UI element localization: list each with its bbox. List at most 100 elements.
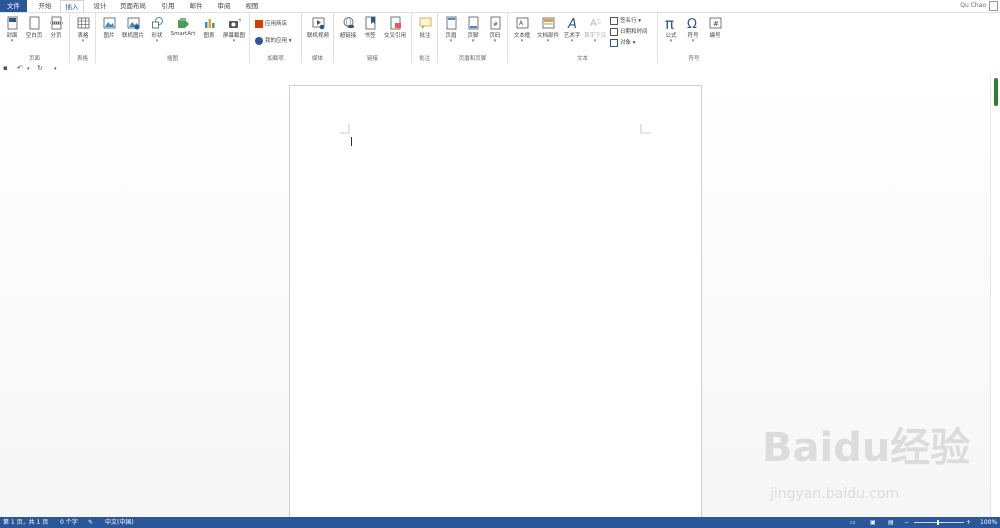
store-button[interactable]: 应用商店 (255, 19, 287, 29)
online-video-button[interactable]: 联机视频 (305, 16, 331, 39)
object-button[interactable]: 对象 ▾ (610, 38, 636, 48)
number-icon: # (709, 17, 721, 29)
zoom-slider[interactable] (914, 522, 964, 523)
bookmark-button[interactable]: 书签 (361, 16, 379, 39)
page-break-icon (49, 16, 63, 30)
date-time-button[interactable]: 日期和时间 (610, 27, 648, 37)
quick-parts-button[interactable]: 文档部件 ▾ (535, 16, 561, 44)
picture-icon (103, 17, 115, 29)
equation-button[interactable]: π 公式 ▾ (661, 16, 681, 44)
redo-icon[interactable]: ↻ (37, 64, 43, 72)
read-mode-icon[interactable]: ▭ (850, 517, 856, 528)
pi-icon: π (665, 16, 674, 30)
dropcap-button[interactable]: A 首字下沉 ▾ (583, 16, 607, 44)
page-number-icon: # (490, 16, 500, 30)
tab-home[interactable]: 开始 (34, 0, 56, 12)
group-label-pages: 页面 (28, 56, 40, 62)
wordart-icon: A (567, 17, 577, 30)
status-page[interactable]: 第 1 页，共 1 页 (3, 517, 48, 528)
tab-view[interactable]: 视图 (240, 0, 264, 12)
tab-review[interactable]: 审阅 (212, 0, 236, 12)
hyperlink-button[interactable]: 超链接 (337, 16, 359, 39)
cross-reference-icon (390, 16, 401, 30)
smartart-button[interactable]: SmartArt (168, 16, 198, 37)
zoom-in-icon[interactable]: + (966, 517, 971, 528)
user-name[interactable]: Qu Chao (960, 0, 986, 12)
svg-text:π: π (665, 16, 674, 30)
zoom-slider-thumb[interactable] (937, 520, 939, 525)
online-picture-icon (127, 17, 139, 30)
cover-page-icon (7, 16, 17, 30)
table-button[interactable]: 表格 ▾ (73, 16, 93, 44)
svg-text:A: A (590, 18, 597, 29)
status-bar: 第 1 页，共 1 页 0 个字 ✎ 中文(中国) ▭ ▣ ▤ − + 100% (0, 517, 1000, 528)
zoom-level[interactable]: 100% (980, 517, 997, 528)
chart-button[interactable]: 图表 (200, 16, 218, 39)
table-icon (77, 17, 89, 29)
print-layout-icon[interactable]: ▣ (870, 517, 876, 528)
user-avatar-icon[interactable] (989, 1, 998, 11)
blank-page-button[interactable]: 空白页 (24, 16, 44, 39)
group-pages: 封面 ▾ 空白页 分页 页面 (0, 13, 70, 63)
group-label-links: 链接 (366, 56, 378, 62)
web-layout-icon[interactable]: ▤ (888, 517, 894, 528)
tab-references[interactable]: 引用 (156, 0, 180, 12)
zoom-out-icon[interactable]: − (904, 517, 909, 528)
bookmark-icon (365, 16, 375, 30)
group-label-media: 媒体 (311, 56, 323, 62)
text-cursor (351, 137, 352, 146)
dropcap-icon: A (590, 18, 601, 29)
omega-icon: Ω (687, 17, 697, 30)
tab-mailings[interactable]: 邮件 (184, 0, 208, 12)
screenshot-button[interactable]: + 屏幕截图 ▾ (220, 16, 248, 44)
page-break-button[interactable]: 分页 (46, 16, 66, 39)
online-picture-button[interactable]: 联机图片 (120, 16, 146, 39)
quick-parts-icon (542, 17, 554, 29)
hyperlink-icon (343, 17, 354, 28)
number-button[interactable]: # 编号 (705, 16, 725, 39)
header-button[interactable]: 页眉 ▾ (441, 16, 461, 44)
online-video-icon (312, 17, 324, 30)
footer-button[interactable]: 页脚 ▾ (463, 16, 483, 44)
textbox-button[interactable]: A 文本框 ▾ (511, 16, 533, 44)
wordart-button[interactable]: A 艺术字 ▾ (562, 16, 582, 44)
shapes-button[interactable]: 形状 ▾ (148, 16, 166, 44)
watermark-logo: Baidu经验 (762, 425, 971, 471)
tab-layout[interactable]: 页面布局 (116, 0, 150, 12)
store-icon (255, 19, 263, 28)
group-media: 联机视频 媒体 (302, 13, 334, 63)
page-number-button[interactable]: # 页码 ▾ (485, 16, 505, 44)
comment-button[interactable]: 批注 (415, 16, 435, 39)
proofing-icon[interactable]: ✎ (88, 517, 93, 528)
group-label-comments: 批注 (418, 56, 430, 62)
picture-button[interactable]: 图片 (100, 16, 118, 39)
ribbon: 封面 ▾ 空白页 分页 页面 表格 ▾ 表格 图片 联机图片 形状 ▾ Smar… (0, 12, 1000, 64)
group-links: 超链接 书签 交叉引用 链接 (334, 13, 412, 63)
signature-line-button[interactable]: 签名行 ▾ (610, 16, 641, 26)
customize-qat-icon[interactable]: ▾ (54, 66, 57, 72)
symbol-button[interactable]: Ω 符号 ▾ (683, 16, 703, 44)
footer-icon (468, 16, 478, 30)
shapes-icon (151, 17, 163, 29)
my-apps-button[interactable]: 我的应用 ▾ (255, 36, 292, 46)
object-icon (610, 38, 618, 47)
cover-page-button[interactable]: 封面 ▾ (2, 16, 22, 44)
tab-insert[interactable]: 插入 (60, 0, 84, 12)
save-icon[interactable]: ▪ (3, 64, 8, 72)
camera-icon: + (228, 17, 241, 28)
my-apps-icon (255, 36, 263, 45)
vertical-scrollbar[interactable] (990, 74, 1000, 517)
tab-design[interactable]: 设计 (88, 0, 112, 12)
document-page[interactable] (289, 85, 702, 525)
group-tables: 表格 ▾ 表格 (70, 13, 96, 63)
undo-dropdown-icon[interactable]: ▾ (27, 66, 30, 72)
scrollbar-thumb[interactable] (994, 78, 998, 106)
group-label-illustrations: 插图 (166, 56, 178, 62)
status-word-count[interactable]: 0 个字 (60, 517, 78, 528)
group-comments: 批注 批注 (412, 13, 438, 63)
status-language[interactable]: 中文(中国) (105, 517, 134, 528)
cross-reference-button[interactable]: 交叉引用 (381, 16, 409, 39)
undo-icon[interactable]: ↶ (17, 64, 23, 72)
tab-file[interactable]: 文件 (0, 0, 27, 12)
group-label-text: 文本 (576, 56, 588, 62)
